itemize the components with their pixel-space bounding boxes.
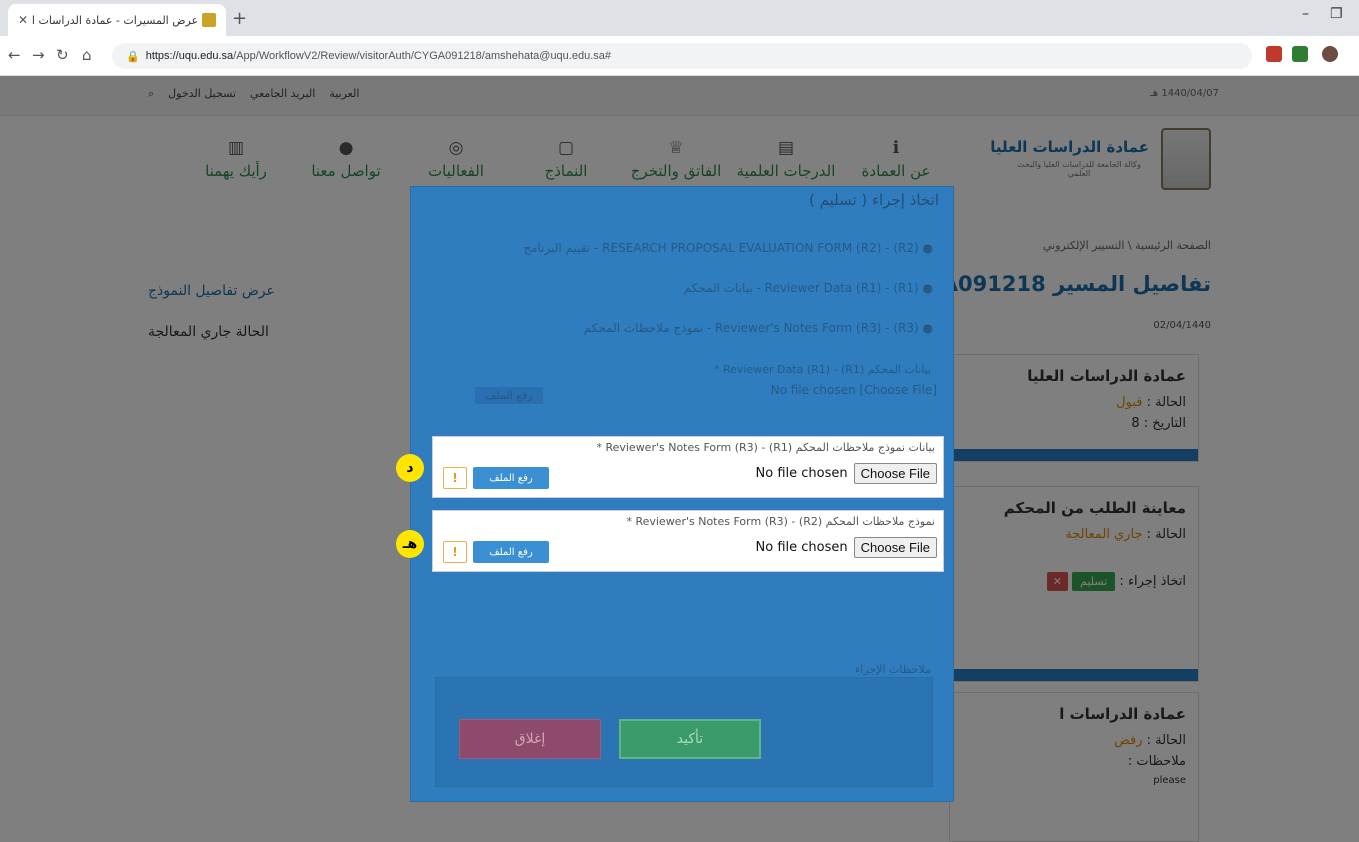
modal-title: اتخاذ إجراء ( تسليم ) bbox=[808, 191, 939, 209]
forward-icon[interactable]: → bbox=[32, 46, 45, 64]
upload-label: نموذج ملاحظات المحكم (R2) - Reviewer's N… bbox=[626, 515, 935, 528]
url-host: https://uqu.edu.sa bbox=[145, 50, 234, 62]
restore-icon[interactable]: ❐ bbox=[1330, 6, 1343, 22]
close-tab-icon[interactable]: ✕ bbox=[18, 13, 28, 27]
tab-title: عرض المسيرات - عمادة الدراسات ا bbox=[31, 13, 199, 27]
home-icon[interactable]: ⌂ bbox=[82, 46, 92, 64]
extension-icon[interactable] bbox=[1266, 46, 1282, 62]
back-icon[interactable]: ← bbox=[8, 46, 21, 64]
new-tab-icon[interactable]: + bbox=[232, 8, 247, 29]
choose-file-button[interactable]: Choose File bbox=[853, 537, 937, 558]
file-status: No file chosen bbox=[755, 466, 848, 481]
upload-button[interactable]: رفع الملف bbox=[473, 541, 549, 563]
profile-avatar[interactable] bbox=[1322, 46, 1338, 62]
site-favicon-icon bbox=[202, 13, 216, 27]
upload-button[interactable]: رفع الملف bbox=[473, 467, 549, 489]
notes-label: ملاحظات الإجراء bbox=[855, 663, 931, 676]
file-input[interactable]: Choose File No file chosen bbox=[756, 537, 937, 558]
url-path: /App/WorkflowV2/Review/visitorAuth/CYGA0… bbox=[233, 50, 611, 62]
annotation-marker: هـ bbox=[396, 530, 424, 558]
upload-row-r1: بيانات نموذج ملاحظات المحكم (R1) - Revie… bbox=[432, 436, 944, 498]
info-icon[interactable]: ! bbox=[443, 467, 467, 489]
file-input[interactable]: Choose File No file chosen bbox=[756, 463, 937, 484]
lock-icon: 🔒 bbox=[126, 50, 140, 63]
reload-icon[interactable]: ↻ bbox=[56, 46, 69, 64]
browser-tab[interactable]: عرض المسيرات - عمادة الدراسات ا ✕ bbox=[8, 4, 226, 36]
browser-toolbar: ← → ↻ ⌂ 🔒 https://uqu.edu.sa /App/Workfl… bbox=[0, 36, 1359, 76]
page: 1440/04/07 هـ العربية البريد الجامعي تسج… bbox=[0, 76, 1359, 842]
field-label: بيانات المحكم (R1) - Reviewer Data (R1) … bbox=[713, 363, 931, 376]
close-button[interactable]: إغلاق bbox=[459, 719, 601, 759]
address-bar[interactable]: 🔒 https://uqu.edu.sa /App/WorkflowV2/Rev… bbox=[112, 43, 1252, 69]
upload-button-dim: رفع الملف bbox=[475, 387, 543, 404]
choose-file-button[interactable]: Choose File bbox=[853, 463, 937, 484]
info-icon[interactable]: ! bbox=[443, 541, 467, 563]
file-status-dim: No file chosen [Choose File] bbox=[770, 383, 937, 397]
extension-icon[interactable] bbox=[1292, 46, 1308, 62]
list-item: ● (R1) - Reviewer Data (R1) - بيانات الم… bbox=[683, 281, 933, 295]
upload-label: بيانات نموذج ملاحظات المحكم (R1) - Revie… bbox=[596, 441, 935, 454]
minimize-icon[interactable]: – bbox=[1302, 6, 1309, 22]
list-item: ● (R3) - Reviewer's Notes Form (R3) - نم… bbox=[583, 321, 933, 335]
upload-row-r2: نموذج ملاحظات المحكم (R2) - Reviewer's N… bbox=[432, 510, 944, 572]
file-status: No file chosen bbox=[755, 540, 848, 555]
annotation-marker: د bbox=[396, 454, 424, 482]
browser-tabstrip: عرض المسيرات - عمادة الدراسات ا ✕ + – ❐ bbox=[0, 0, 1359, 36]
confirm-button[interactable]: تأكيد bbox=[619, 719, 761, 759]
list-item: ● (R2) - RESEARCH PROPOSAL EVALUATION FO… bbox=[523, 241, 933, 255]
